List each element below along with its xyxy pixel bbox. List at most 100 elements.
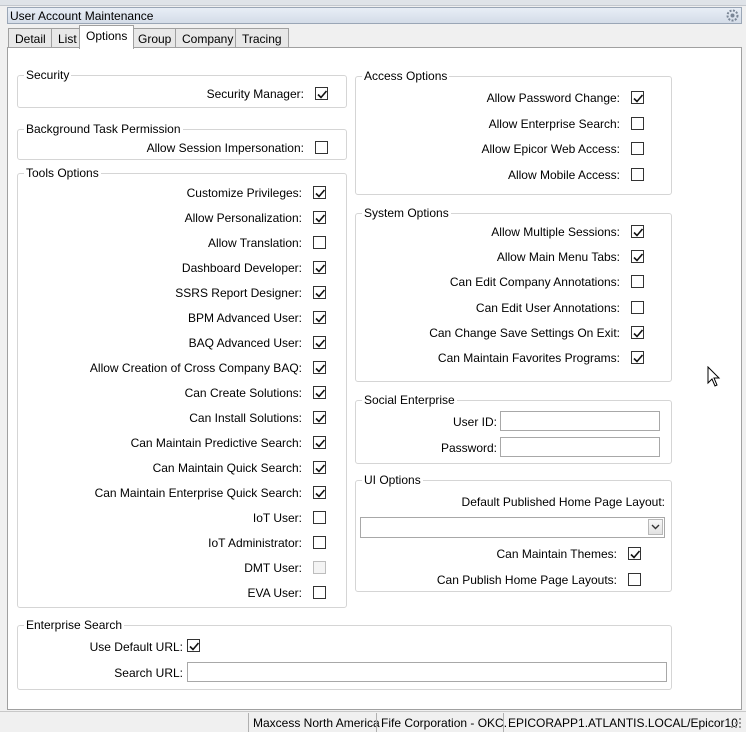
- allow-translation-row: Allow Translation:: [18, 236, 326, 252]
- can-maintain-quick-search-checkbox[interactable]: [313, 461, 326, 474]
- tab-group[interactable]: Group: [131, 28, 179, 48]
- can-maintain-predictive-search-label: Can Maintain Predictive Search:: [130, 436, 302, 450]
- eva-user-row: EVA User:: [18, 586, 326, 602]
- iot-user-row: IoT User:: [18, 511, 326, 527]
- can-edit-user-annotations-label: Can Edit User Annotations:: [475, 300, 620, 315]
- can-maintain-favorites-programs-row: Can Maintain Favorites Programs:: [356, 351, 644, 367]
- allow-password-change-label: Allow Password Change:: [486, 91, 620, 105]
- iot-administrator-row: IoT Administrator:: [18, 536, 326, 552]
- allow-personalization-checkbox[interactable]: [313, 211, 326, 224]
- can-edit-company-annotations-checkbox[interactable]: [631, 275, 644, 289]
- allow-creation-of-cross-company-baq-checkbox[interactable]: [313, 361, 326, 374]
- can-maintain-enterprise-quick-search-label: Can Maintain Enterprise Quick Search:: [94, 486, 302, 500]
- customize-privileges-label: Customize Privileges:: [186, 186, 302, 200]
- window-title: User Account Maintenance: [10, 9, 154, 23]
- allow-session-impersonation-row: Allow Session Impersonation:: [18, 141, 328, 157]
- allow-mobile-access-label: Allow Mobile Access:: [507, 168, 620, 183]
- allow-translation-checkbox[interactable]: [313, 236, 326, 249]
- can-maintain-predictive-search-checkbox[interactable]: [313, 436, 326, 449]
- iot-user-checkbox[interactable]: [313, 511, 326, 524]
- dashboard-developer-checkbox[interactable]: [313, 261, 326, 274]
- allow-main-menu-tabs-checkbox[interactable]: [631, 250, 644, 264]
- checkmark-icon: [315, 214, 326, 223]
- checkmark-icon: [189, 642, 200, 651]
- chevron-down-icon: [651, 524, 660, 530]
- bpm-advanced-user-checkbox[interactable]: [313, 311, 326, 324]
- baq-advanced-user-checkbox[interactable]: [313, 336, 326, 349]
- social-enterprise-title: Social Enterprise: [362, 393, 457, 407]
- can-edit-user-annotations-checkbox[interactable]: [631, 300, 644, 314]
- checkmark-icon: [630, 550, 641, 559]
- allow-multiple-sessions-label: Allow Multiple Sessions:: [491, 225, 620, 239]
- allow-epicor-web-access-checkbox[interactable]: [631, 142, 644, 156]
- allow-personalization-label: Allow Personalization:: [184, 211, 302, 225]
- ssrs-report-designer-label: SSRS Report Designer:: [175, 286, 302, 300]
- can-change-save-settings-on-exit-row: Can Change Save Settings On Exit:: [356, 325, 644, 342]
- checkmark-icon: [633, 329, 644, 338]
- allow-password-change-checkbox[interactable]: [631, 91, 644, 104]
- checkmark-icon: [315, 389, 326, 398]
- tab-detail[interactable]: Detail: [8, 28, 53, 48]
- iot-administrator-checkbox[interactable]: [313, 536, 326, 549]
- dashboard-developer-label: Dashboard Developer:: [181, 261, 302, 275]
- checkmark-icon: [315, 289, 326, 298]
- gear-icon[interactable]: [726, 9, 739, 22]
- checkmark-icon: [315, 364, 326, 373]
- ui-options-title: UI Options: [362, 473, 423, 487]
- can-publish-home-page-layouts-checkbox[interactable]: [628, 572, 641, 586]
- can-change-save-settings-on-exit-checkbox[interactable]: [631, 325, 644, 339]
- user-id-input[interactable]: [500, 411, 660, 431]
- can-maintain-enterprise-quick-search-checkbox[interactable]: [313, 486, 326, 499]
- allow-mobile-access-checkbox[interactable]: [631, 168, 644, 182]
- allow-main-menu-tabs-row: Allow Main Menu Tabs:: [356, 250, 644, 266]
- checkmark-icon: [633, 253, 644, 262]
- baq-advanced-user-row: BAQ Advanced User:: [18, 336, 326, 352]
- can-maintain-favorites-programs-checkbox[interactable]: [631, 351, 644, 364]
- can-publish-home-page-layouts-row: Can Publish Home Page Layouts:: [356, 572, 641, 589]
- home-layout-dropdown[interactable]: [360, 517, 665, 538]
- allow-translation-label: Allow Translation:: [207, 236, 302, 250]
- can-install-solutions-checkbox[interactable]: [313, 411, 326, 424]
- checkmark-icon: [315, 314, 326, 323]
- tab-strip: Detail List Options Group Company Tracin…: [7, 25, 742, 49]
- security-title: Security: [24, 68, 72, 82]
- allow-session-impersonation-checkbox[interactable]: [315, 141, 328, 154]
- allow-enterprise-search-label: Allow Enterprise Search:: [488, 116, 620, 131]
- tab-company[interactable]: Company: [175, 28, 241, 48]
- password-input[interactable]: [500, 437, 660, 457]
- checkmark-icon: [633, 228, 644, 237]
- can-create-solutions-checkbox[interactable]: [313, 386, 326, 399]
- tab-tracing[interactable]: Tracing: [235, 28, 289, 48]
- can-maintain-quick-search-label: Can Maintain Quick Search:: [152, 461, 302, 475]
- security-manager-label: Security Manager:: [206, 87, 304, 101]
- can-maintain-predictive-search-row: Can Maintain Predictive Search:: [18, 436, 326, 452]
- mouse-cursor-icon: [707, 366, 721, 387]
- enterprise-search-group: Enterprise Search Use Default URL: Searc…: [17, 618, 672, 690]
- security-manager-checkbox[interactable]: [315, 87, 328, 100]
- checkmark-icon: [315, 414, 326, 423]
- can-maintain-themes-checkbox[interactable]: [628, 547, 641, 560]
- checkmark-icon: [315, 339, 326, 348]
- allow-multiple-sessions-checkbox[interactable]: [631, 225, 644, 238]
- can-install-solutions-row: Can Install Solutions:: [18, 411, 326, 427]
- use-default-url-checkbox[interactable]: [187, 639, 200, 652]
- eva-user-checkbox[interactable]: [313, 586, 326, 599]
- password-label: Password:: [440, 441, 497, 455]
- dropdown-button[interactable]: [648, 519, 663, 535]
- can-maintain-enterprise-quick-search-row: Can Maintain Enterprise Quick Search:: [18, 486, 326, 502]
- resize-grip-icon[interactable]: [731, 718, 743, 730]
- customize-privileges-checkbox[interactable]: [313, 186, 326, 199]
- use-default-url-label: Use Default URL:: [89, 640, 183, 654]
- search-url-input[interactable]: [187, 662, 667, 682]
- allow-enterprise-search-checkbox[interactable]: [631, 116, 644, 130]
- security-manager-row: Security Manager:: [18, 87, 328, 103]
- allow-enterprise-search-row: Allow Enterprise Search:: [356, 116, 644, 133]
- search-url-label: Search URL:: [114, 666, 183, 680]
- ssrs-report-designer-checkbox[interactable]: [313, 286, 326, 299]
- can-install-solutions-label: Can Install Solutions:: [189, 411, 302, 425]
- can-publish-home-page-layouts-label: Can Publish Home Page Layouts:: [436, 572, 617, 587]
- allow-epicor-web-access-row: Allow Epicor Web Access:: [356, 142, 644, 158]
- system-options-title: System Options: [362, 206, 451, 220]
- tab-options[interactable]: Options: [79, 25, 135, 49]
- can-change-save-settings-on-exit-label: Can Change Save Settings On Exit:: [429, 325, 620, 340]
